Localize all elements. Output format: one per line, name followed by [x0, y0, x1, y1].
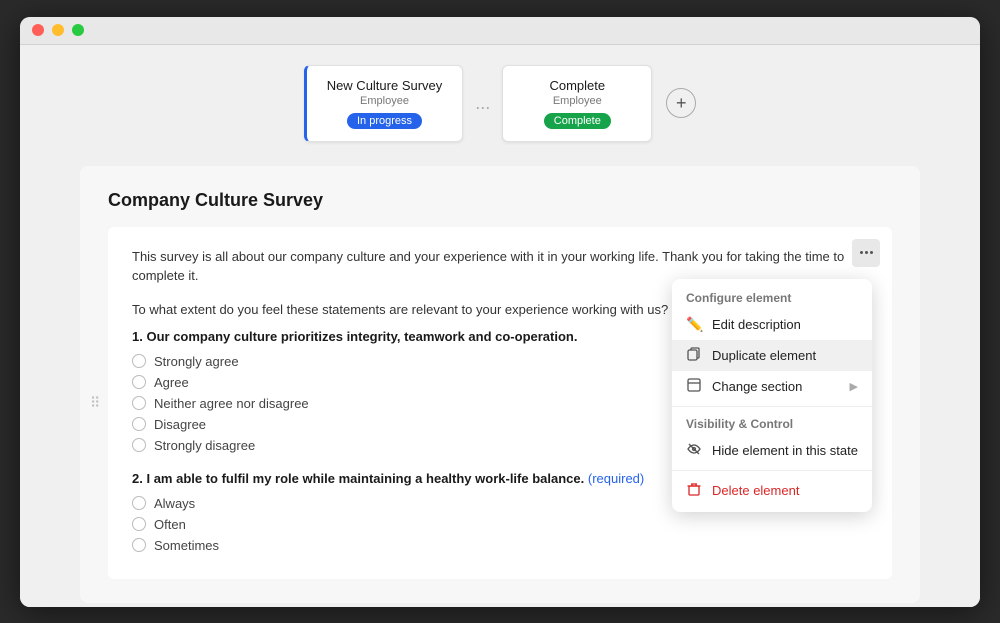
survey-body: ⠿ This survey is all about our company c… [108, 227, 892, 579]
tab-title-2: Complete [523, 78, 631, 93]
element-options-button[interactable] [852, 239, 880, 267]
tab-complete[interactable]: Complete Employee Complete [502, 65, 652, 142]
radio-agree [132, 375, 146, 389]
menu-section-configure-label: Configure element [672, 285, 872, 309]
question-1-text: Our company culture prioritizes integrit… [146, 329, 577, 344]
menu-item-change-section[interactable]: Change section ▶ [672, 371, 872, 402]
radio-strongly-agree [132, 354, 146, 368]
radio-sometimes [132, 538, 146, 552]
menu-hide-label: Hide element in this state [712, 443, 858, 458]
radio-often [132, 517, 146, 531]
tab-subtitle-1: Employee [327, 95, 443, 107]
chevron-right-icon: ▶ [850, 380, 858, 393]
menu-divider-1 [672, 406, 872, 407]
section-icon [686, 378, 702, 395]
survey-panel: Company Culture Survey ⠿ This survey is … [80, 166, 920, 603]
menu-delete-label: Delete element [712, 483, 858, 498]
close-button[interactable] [32, 24, 44, 36]
badge-inprogress: In progress [347, 113, 422, 129]
survey-title: Company Culture Survey [108, 190, 892, 211]
label-agree: Agree [154, 375, 189, 390]
menu-item-hide-element[interactable]: Hide element in this state [672, 435, 872, 466]
maximize-button[interactable] [72, 24, 84, 36]
menu-change-section-label: Change section [712, 379, 840, 394]
radio-neither [132, 396, 146, 410]
dot-2 [865, 251, 868, 254]
pencil-icon: ✏️ [686, 316, 702, 333]
survey-tabs: New Culture Survey Employee In progress … [304, 65, 697, 142]
tab-new-culture-survey[interactable]: New Culture Survey Employee In progress [304, 65, 464, 142]
menu-divider-2 [672, 470, 872, 471]
menu-item-delete[interactable]: Delete element [672, 475, 872, 506]
option-sometimes[interactable]: Sometimes [132, 538, 868, 553]
label-sometimes: Sometimes [154, 538, 219, 553]
required-tag: (required) [588, 471, 644, 486]
main-content: New Culture Survey Employee In progress … [20, 45, 980, 607]
menu-section-visibility-label: Visibility & Control [672, 411, 872, 435]
dot-3 [870, 251, 873, 254]
label-neither: Neither agree nor disagree [154, 396, 309, 411]
tab-subtitle-2: Employee [523, 95, 631, 107]
option-often[interactable]: Often [132, 517, 868, 532]
radio-strongly-disagree [132, 438, 146, 452]
label-always: Always [154, 496, 195, 511]
drag-handle[interactable]: ⠿ [90, 394, 100, 411]
radio-always [132, 496, 146, 510]
duplicate-icon [686, 347, 702, 364]
menu-edit-label: Edit description [712, 317, 858, 332]
context-menu: Configure element ✏️ Edit description Du [672, 279, 872, 512]
menu-item-duplicate[interactable]: Duplicate element [672, 340, 872, 371]
question-2-number: 2. [132, 471, 146, 486]
tabs-dots: ... [471, 93, 494, 114]
badge-complete: Complete [544, 113, 611, 129]
question-2-text: I am able to fulfil my role while mainta… [146, 471, 584, 486]
menu-item-edit-description[interactable]: ✏️ Edit description [672, 309, 872, 340]
tab-title-1: New Culture Survey [327, 78, 443, 93]
question-1-number: 1. [132, 329, 146, 344]
eye-off-icon [686, 442, 702, 459]
trash-icon [686, 482, 702, 499]
menu-duplicate-label: Duplicate element [712, 348, 858, 363]
label-disagree: Disagree [154, 417, 206, 432]
minimize-button[interactable] [52, 24, 64, 36]
label-often: Often [154, 517, 186, 532]
add-tab-button[interactable]: + [666, 88, 696, 118]
label-strongly-disagree: Strongly disagree [154, 438, 255, 453]
dot-1 [860, 251, 863, 254]
app-window: New Culture Survey Employee In progress … [20, 17, 980, 607]
titlebar [20, 17, 980, 45]
label-strongly-agree: Strongly agree [154, 354, 239, 369]
radio-disagree [132, 417, 146, 431]
